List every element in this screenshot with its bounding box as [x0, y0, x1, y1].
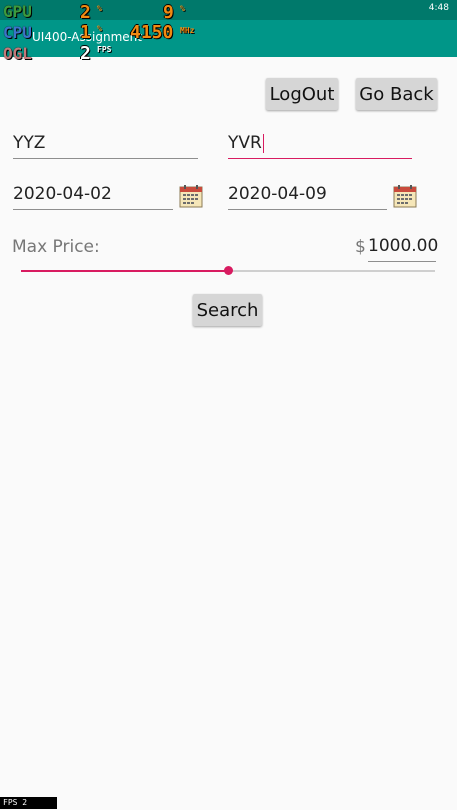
app-bar: UI400-Assignment: [0, 20, 457, 57]
max-price-value: 1000.00: [368, 236, 439, 256]
depart-date-field[interactable]: 2020-04-02: [13, 176, 173, 210]
overlay-gpu2-unit: %: [180, 4, 185, 13]
overlay-freq-unit: MHz: [180, 26, 195, 35]
overlay-cpu-unit: %: [97, 24, 102, 33]
price-slider[interactable]: [21, 266, 435, 275]
return-date-field[interactable]: 2020-04-09: [228, 176, 387, 210]
slider-thumb[interactable]: [224, 266, 233, 275]
currency-symbol: $: [355, 237, 366, 257]
return-date-value: 2020-04-09: [228, 184, 327, 204]
status-bar: 4:48: [0, 0, 457, 20]
depart-date-value: 2020-04-02: [13, 184, 112, 204]
logout-button[interactable]: LogOut: [266, 78, 338, 110]
calendar-icon[interactable]: [179, 184, 203, 208]
destination-value: YVR: [228, 133, 262, 153]
slider-fill: [21, 270, 228, 272]
text-cursor: [262, 134, 264, 153]
go-back-button[interactable]: Go Back: [356, 78, 437, 110]
overlay-freq-value: 4150: [130, 22, 174, 43]
destination-field[interactable]: YVR: [228, 125, 412, 159]
overlay-gpu-value: 2: [80, 2, 91, 23]
fps-counter: FPS 2: [0, 797, 57, 809]
overlay-ogl-label: OGL: [3, 44, 32, 63]
overlay-fps-unit: FPS: [97, 45, 112, 54]
status-time: 4:48: [428, 3, 449, 13]
overlay-fps-value: 2: [80, 43, 91, 64]
origin-field[interactable]: YYZ: [13, 125, 198, 159]
overlay-gpu2-value: 9: [163, 2, 174, 23]
overlay-gpu-unit: %: [97, 4, 102, 13]
max-price-label: Max Price:: [12, 237, 100, 257]
overlay-cpu-label: CPU: [3, 23, 32, 42]
origin-value: YYZ: [13, 133, 46, 153]
max-price-field[interactable]: 1000.00: [368, 228, 439, 262]
overlay-gpu-label: GPU: [3, 2, 32, 21]
calendar-icon[interactable]: [393, 184, 417, 208]
search-button[interactable]: Search: [193, 294, 262, 326]
overlay-cpu-value: 1: [80, 22, 91, 43]
